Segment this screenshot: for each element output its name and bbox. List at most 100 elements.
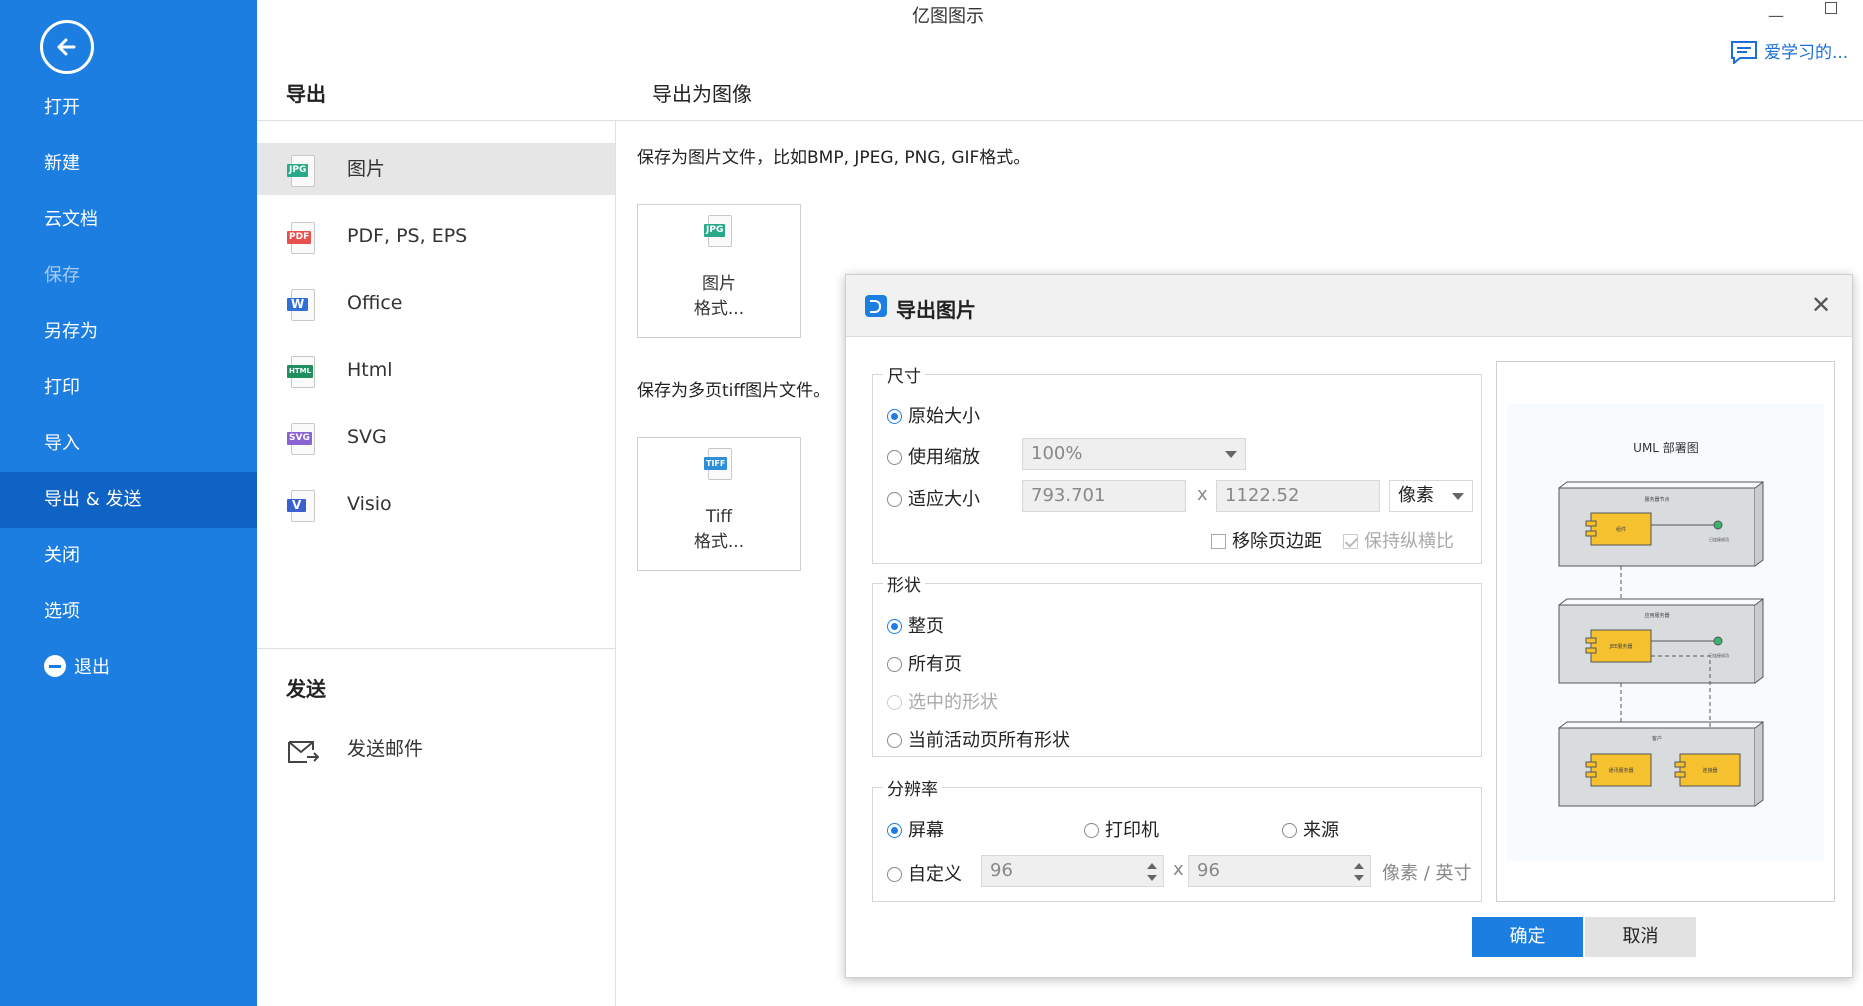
- send-divider: [257, 648, 615, 649]
- spin-up-icon[interactable]: [1147, 863, 1157, 869]
- spin-up-icon[interactable]: [1354, 863, 1364, 869]
- status-label: 已连接成功: [1709, 652, 1729, 658]
- tiff-file-icon: TIFF: [704, 448, 734, 482]
- format-item-label: SVG: [347, 426, 387, 448]
- minimize-icon[interactable]: —: [1768, 6, 1784, 25]
- keep-ratio-checkbox[interactable]: 保持纵横比: [1343, 527, 1454, 553]
- dpi-y-stepper[interactable]: 96: [1188, 855, 1371, 887]
- radio-original-size[interactable]: 原始大小: [887, 402, 980, 428]
- unit-select[interactable]: 像素: [1389, 480, 1473, 512]
- sidebar-item-new[interactable]: 新建: [0, 136, 257, 192]
- back-button[interactable]: [40, 20, 94, 74]
- cancel-button[interactable]: 取消: [1585, 917, 1696, 957]
- sidebar-item-label: 退出: [74, 657, 110, 678]
- format-item-visio[interactable]: V Visio: [257, 478, 615, 530]
- close-icon[interactable]: ✕: [1811, 291, 1831, 319]
- radio-label: 打印机: [1105, 820, 1159, 841]
- width-input[interactable]: 793.701: [1022, 480, 1186, 512]
- component-label: 连接器: [1702, 767, 1717, 774]
- radio-icon: [887, 492, 902, 507]
- word-file-icon: W: [287, 289, 315, 321]
- sidebar-item-export-send[interactable]: 导出 & 发送: [0, 472, 257, 528]
- format-item-svg[interactable]: SVG SVG: [257, 411, 615, 463]
- sidebar-item-print[interactable]: 打印: [0, 360, 257, 416]
- radio-selected-shapes[interactable]: 选中的形状: [887, 688, 998, 714]
- checkbox-label: 保持纵横比: [1364, 531, 1454, 552]
- radio-label: 原始大小: [908, 406, 980, 427]
- help-link[interactable]: 爱学习的...: [1730, 38, 1848, 66]
- export-image-dialog: 导出图片 ✕ 尺寸 原始大小 使用缩放 100% 适应大小 793.701 x …: [845, 274, 1853, 978]
- card-line2: 格式...: [693, 299, 745, 319]
- sidebar-item-save-as[interactable]: 另存为: [0, 304, 257, 360]
- height-value: 1122.52: [1225, 485, 1300, 506]
- radio-whole-page[interactable]: 整页: [887, 612, 944, 638]
- preview-canvas: UML 部署图 服务器节点 组件 已连接成功 应用服务器 JEE服务器 已连接成…: [1507, 404, 1824, 861]
- radio-icon: [887, 733, 902, 748]
- shape-group-label: 形状: [883, 571, 925, 596]
- format-item-html[interactable]: HTML Html: [257, 344, 615, 396]
- jpg-file-icon: JPG: [704, 215, 734, 249]
- zoom-select[interactable]: 100%: [1022, 438, 1246, 470]
- radio-all-pages[interactable]: 所有页: [887, 650, 962, 676]
- chevron-down-icon: [1225, 451, 1237, 458]
- format-item-label: Visio: [347, 493, 392, 515]
- format-item-image[interactable]: JPG 图片: [257, 143, 615, 195]
- spin-down-icon[interactable]: [1354, 875, 1364, 881]
- chat-icon: [1731, 41, 1757, 66]
- image-format-card[interactable]: JPG 图片 格式...: [637, 204, 801, 338]
- html-file-icon: HTML: [287, 356, 315, 388]
- image-description: 保存为图片文件，比如BMP, JPEG, PNG, GIF格式。: [637, 148, 1031, 168]
- node-label: 服务器节点: [1644, 496, 1669, 503]
- sidebar-item-cloud[interactable]: 云文档: [0, 192, 257, 248]
- checkbox-icon: [1211, 534, 1226, 549]
- radio-use-zoom[interactable]: 使用缩放: [887, 443, 980, 469]
- dpi-x-separator: x: [1173, 859, 1184, 880]
- sidebar-item-import[interactable]: 导入: [0, 416, 257, 472]
- sidebar-item-exit[interactable]: 退出: [0, 640, 257, 696]
- radio-icon: [887, 450, 902, 465]
- dialog-header: 导出图片 ✕: [846, 275, 1852, 337]
- radio-printer[interactable]: 打印机: [1084, 816, 1159, 842]
- send-email-item[interactable]: 发送邮件: [257, 723, 615, 775]
- radio-custom[interactable]: 自定义: [887, 860, 962, 886]
- radio-icon: [887, 657, 902, 672]
- send-email-label: 发送邮件: [347, 738, 424, 760]
- send-section-title: 发送: [286, 677, 326, 701]
- spin-down-icon[interactable]: [1147, 875, 1157, 881]
- sidebar-item-close[interactable]: 关闭: [0, 528, 257, 584]
- svg-file-icon: SVG: [287, 423, 315, 455]
- zoom-value: 100%: [1031, 443, 1083, 464]
- radio-label: 适应大小: [908, 489, 980, 510]
- radio-label: 选中的形状: [908, 692, 998, 713]
- radio-label: 屏幕: [908, 820, 944, 841]
- window-title: 亿图图示: [912, 6, 984, 27]
- checkbox-icon: [1343, 534, 1358, 549]
- height-input[interactable]: 1122.52: [1216, 480, 1380, 512]
- node-label: 应用服务器: [1644, 612, 1669, 619]
- dialog-title: 导出图片: [896, 298, 976, 322]
- format-item-pdf[interactable]: PDF PDF, PS, EPS: [257, 210, 615, 262]
- radio-label: 整页: [908, 616, 944, 637]
- card-line2: 格式...: [693, 532, 745, 552]
- radio-screen[interactable]: 屏幕: [887, 816, 944, 842]
- sidebar-item-open[interactable]: 打开: [0, 80, 257, 136]
- maximize-icon[interactable]: [1825, 2, 1837, 14]
- radio-active-page-shapes[interactable]: 当前活动页所有形状: [887, 726, 1070, 752]
- radio-fit-size[interactable]: 适应大小: [887, 485, 980, 511]
- node-label: 客户: [1652, 735, 1662, 742]
- minus-circle-icon: [44, 655, 66, 677]
- dpi-unit-label: 像素 / 英寸: [1382, 863, 1472, 884]
- component-label: 通讯服务器: [1608, 767, 1633, 774]
- ok-button[interactable]: 确定: [1472, 917, 1583, 957]
- format-item-office[interactable]: W Office: [257, 277, 615, 329]
- radio-label: 自定义: [908, 864, 962, 885]
- remove-margin-checkbox[interactable]: 移除页边距: [1211, 527, 1322, 553]
- radio-source[interactable]: 来源: [1282, 816, 1339, 842]
- sidebar-item-options[interactable]: 选项: [0, 584, 257, 640]
- radio-icon: [887, 619, 902, 634]
- checkbox-label: 移除页边距: [1232, 531, 1322, 552]
- tiff-format-card[interactable]: TIFF Tiff 格式...: [637, 437, 801, 571]
- dpi-x-stepper[interactable]: 96: [981, 855, 1164, 887]
- format-item-label: PDF, PS, EPS: [347, 225, 468, 247]
- sidebar-item-save[interactable]: 保存: [0, 248, 257, 304]
